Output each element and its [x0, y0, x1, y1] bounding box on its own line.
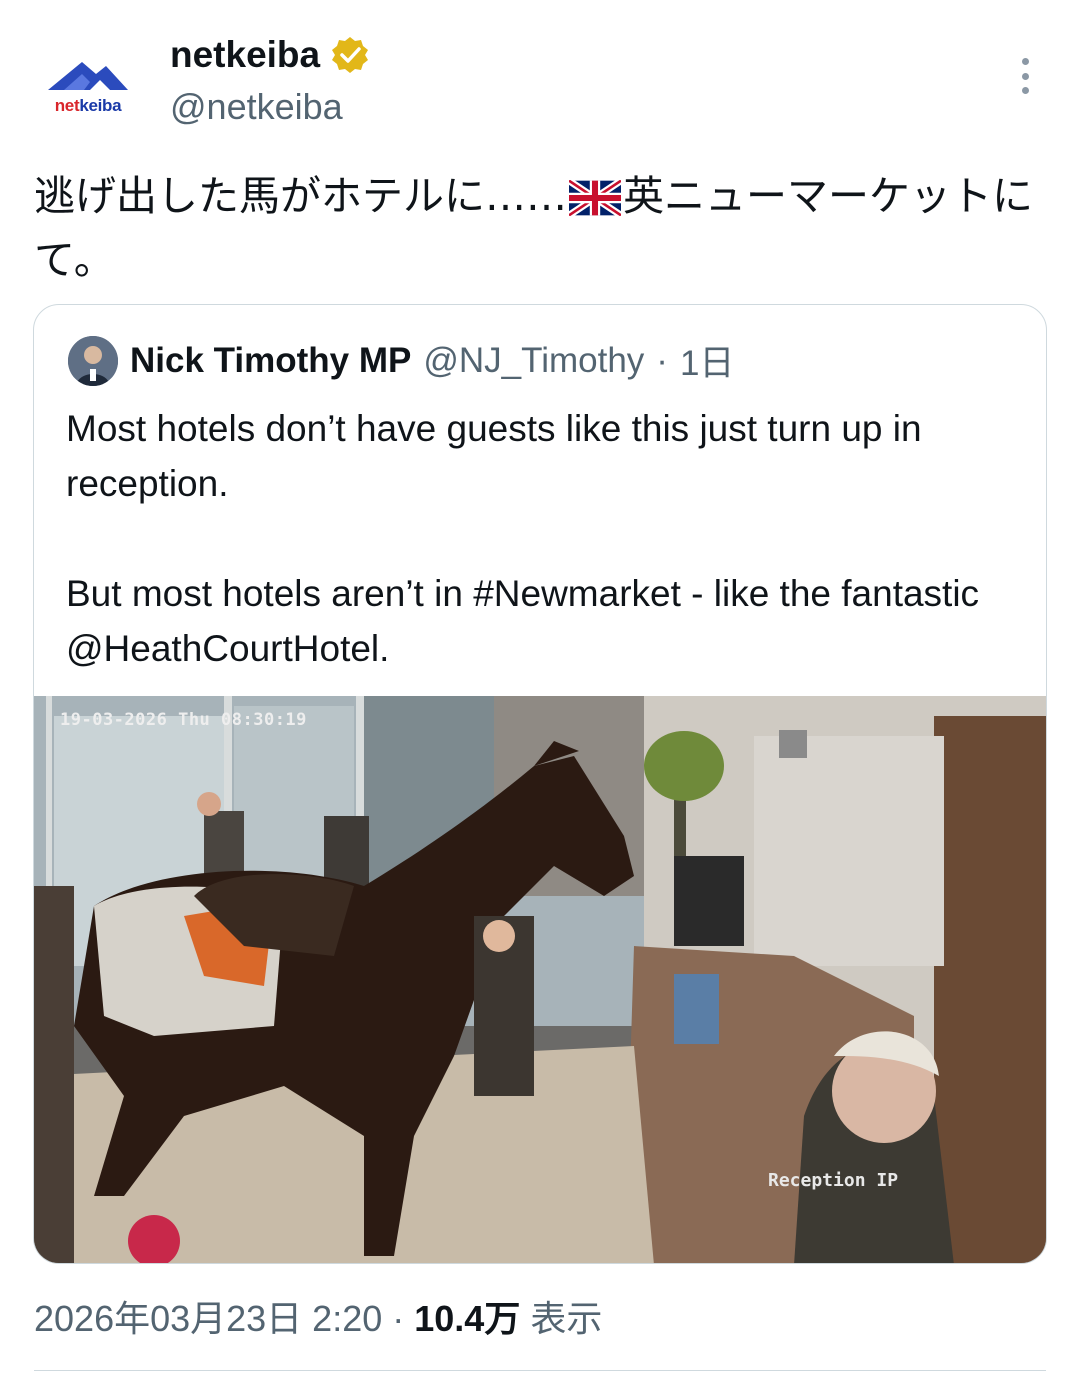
author-display-name[interactable]: netkeiba [170, 34, 320, 76]
author-handle[interactable]: @netkeiba [170, 86, 343, 128]
quoted-tweet-text: Most hotels don’t have guests like this … [66, 401, 1006, 676]
netkeiba-logo-icon [48, 62, 128, 90]
author-avatar[interactable]: netkeiba [34, 38, 142, 146]
divider [34, 1370, 1046, 1371]
post-text-part1: 逃げ出した馬がホテルに…… [34, 172, 567, 220]
uk-flag-icon [569, 180, 621, 216]
post-meta-row: 2026年03月23日 2:20 · 10.4万 表示 [34, 1290, 602, 1342]
cctv-timestamp-overlay: 19-03-2026 Thu 08:30:19 [60, 710, 307, 730]
post-timestamp[interactable]: 2026年03月23日 2:20 [34, 1290, 382, 1342]
quoted-handle[interactable]: @NJ_Timothy [423, 341, 644, 381]
quoted-paragraph-2: But most hotels aren’t in #Newmarket - l… [66, 573, 990, 669]
more-vertical-icon[interactable] [1010, 58, 1040, 94]
cctv-video-thumbnail[interactable]: 19-03-2026 Thu 08:30:19 Reception IP [34, 696, 1046, 1263]
quoted-tweet-card[interactable]: Nick Timothy MP @NJ_Timothy · 1日 Most ho… [33, 304, 1047, 1264]
verified-badge-icon [332, 37, 369, 73]
person-avatar-icon [68, 335, 118, 386]
meta-separator: · [392, 1298, 405, 1339]
quoted-paragraph-1: Most hotels don’t have guests like this … [66, 408, 932, 504]
cctv-camera-label: Reception IP [768, 1170, 899, 1191]
quoted-display-name[interactable]: Nick Timothy MP [130, 341, 411, 381]
author-name-row[interactable]: netkeiba [170, 34, 370, 76]
quoted-author-avatar[interactable] [68, 335, 118, 386]
post-text: 逃げ出した馬がホテルに…… 英ニューマーケットにて。 [34, 164, 1034, 292]
views-label: 表示 [530, 1298, 603, 1339]
views-count: 10.4万 [414, 1298, 521, 1339]
quoted-time[interactable]: 1日 [680, 335, 734, 386]
quoted-tweet-header: Nick Timothy MP @NJ_Timothy · 1日 [68, 335, 734, 386]
quoted-separator: · [656, 340, 668, 380]
avatar-logo-text: netkeiba [54, 96, 122, 115]
